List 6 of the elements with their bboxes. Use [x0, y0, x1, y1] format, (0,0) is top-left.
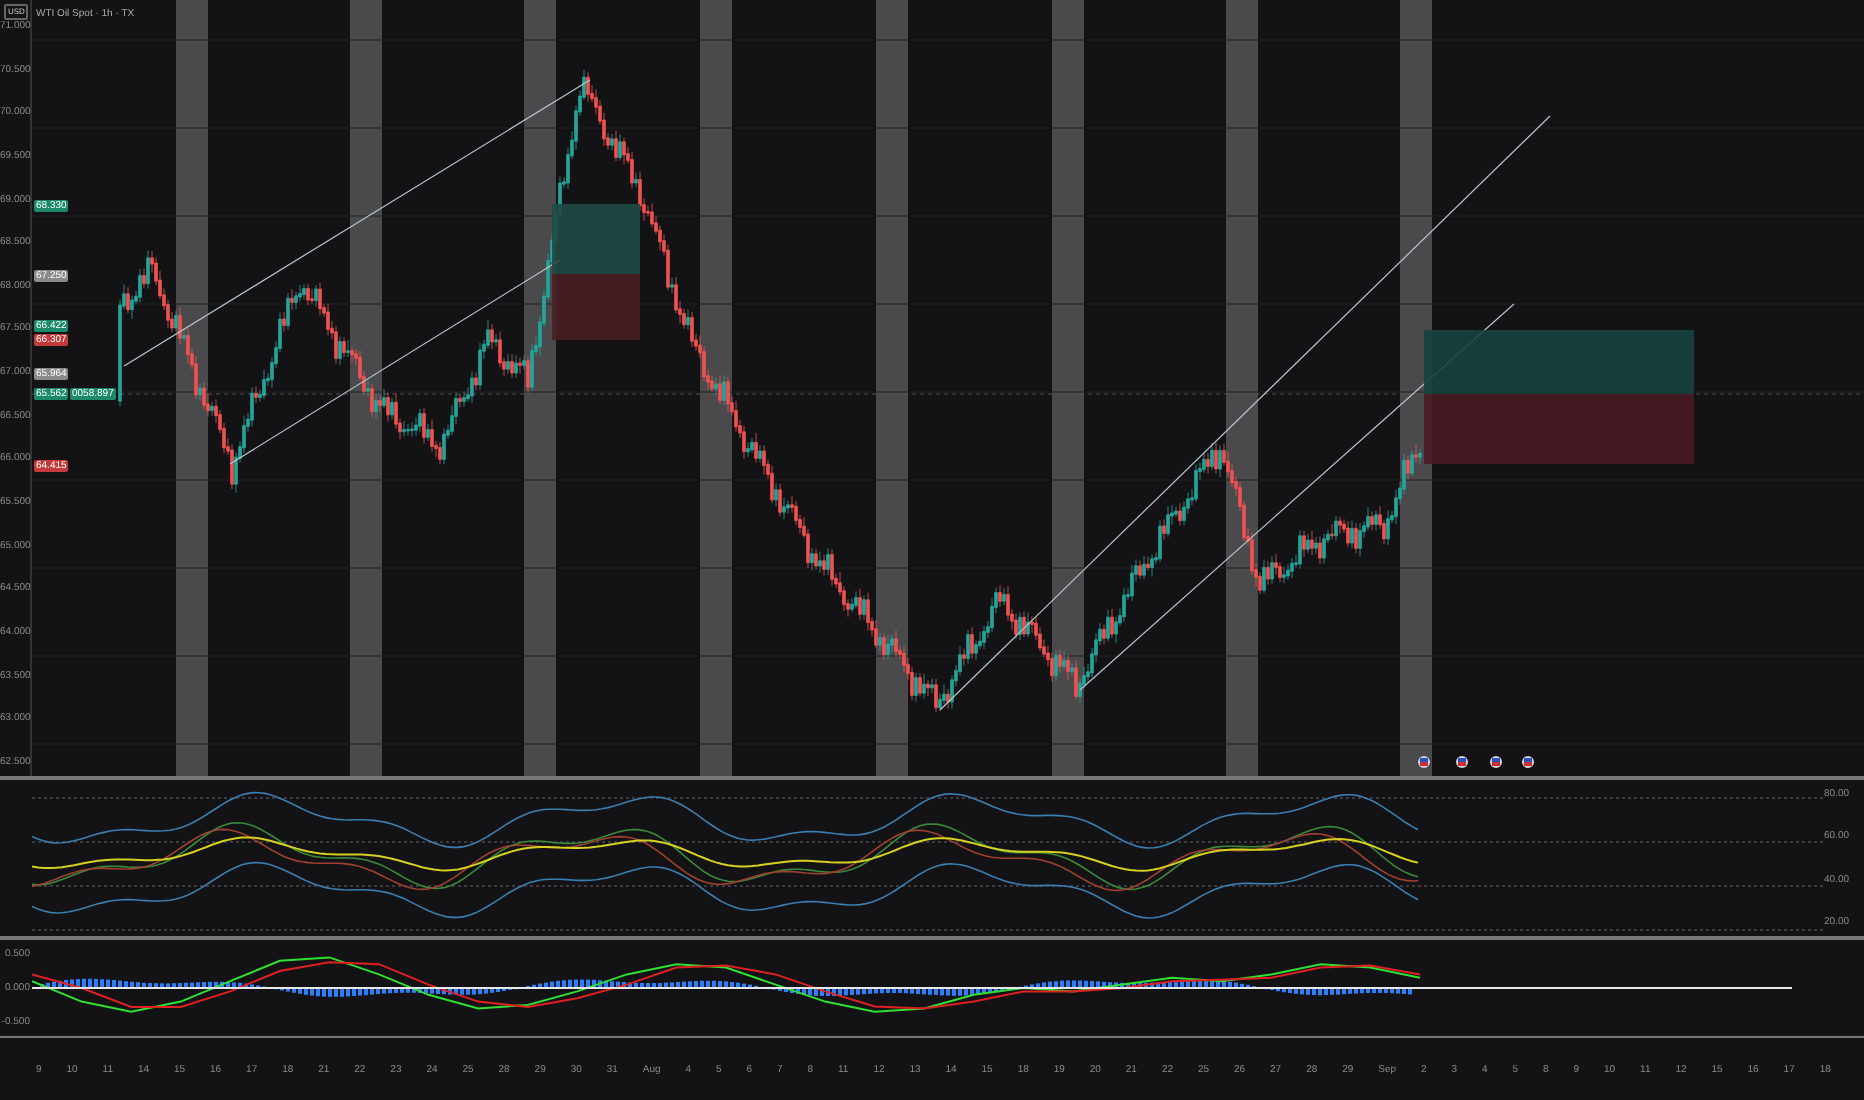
flag-icon[interactable] [1522, 756, 1534, 768]
flag-icon[interactable] [1418, 756, 1430, 768]
take-profit-zone [552, 204, 640, 274]
stop-loss-zone [552, 274, 640, 340]
flag-icon[interactable] [1456, 756, 1468, 768]
flag-icon[interactable] [1490, 756, 1502, 768]
